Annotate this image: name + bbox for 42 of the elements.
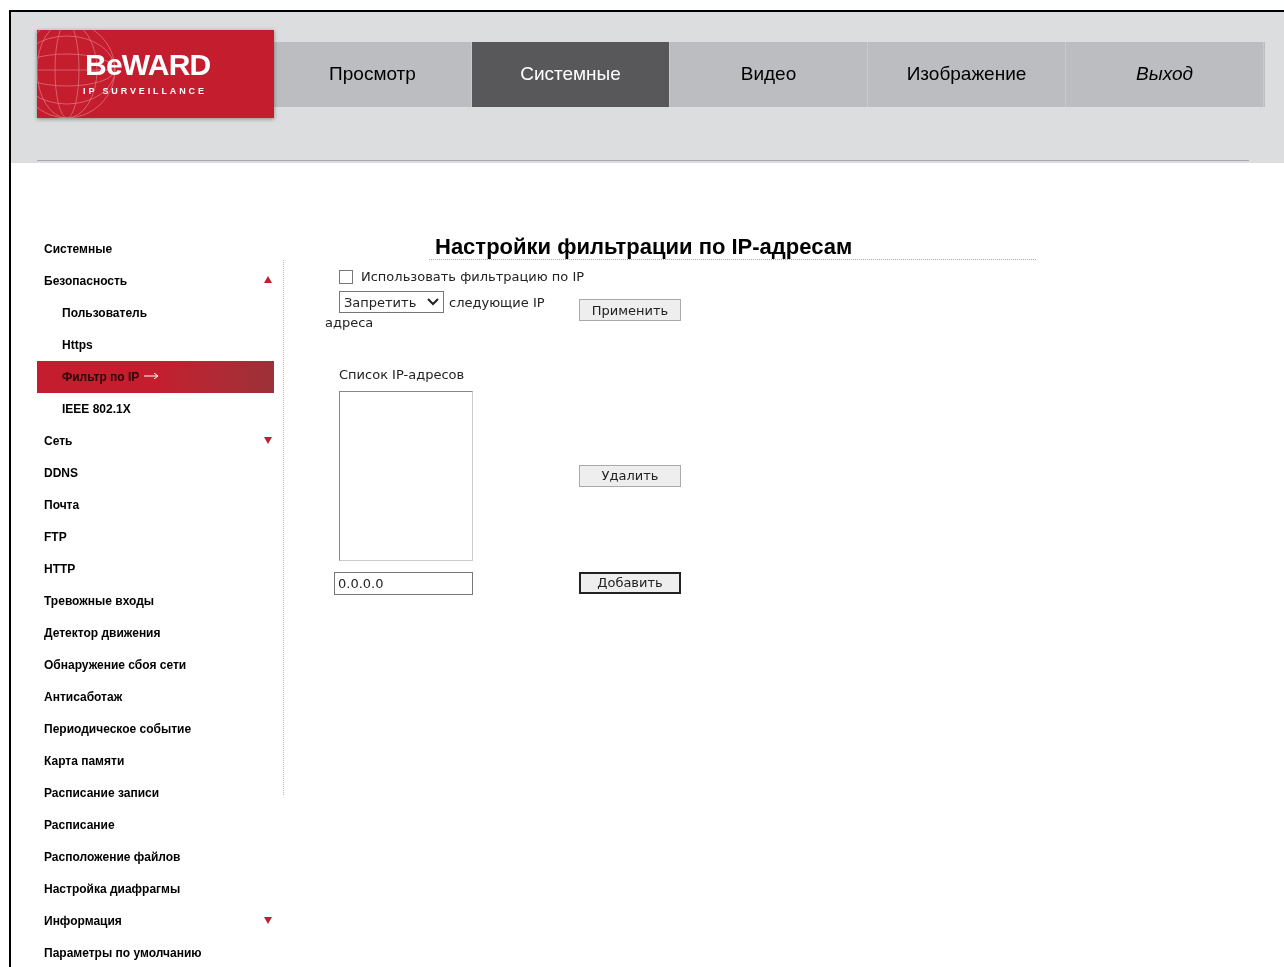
sidebar-item[interactable]: Антисаботаж xyxy=(37,681,274,713)
sidebar-item[interactable]: Безопасность xyxy=(37,265,274,297)
apply-button[interactable]: Применить xyxy=(579,299,681,321)
checkbox[interactable] xyxy=(339,270,353,284)
ip-address-input[interactable]: 0.0.0.0 xyxy=(334,571,473,595)
sidebar-item[interactable]: Расположение файлов xyxy=(37,841,274,873)
sidebar-item[interactable]: IEEE 802.1X xyxy=(37,393,274,425)
expand-triangle-icon[interactable] xyxy=(264,437,272,444)
sidebar-item[interactable]: Расписание записи xyxy=(37,777,274,809)
mode-description: следующие IP xyxy=(449,293,545,312)
sidebar-item[interactable]: Почта xyxy=(37,489,274,521)
logo-wordmark: BeWARD xyxy=(85,50,211,80)
mode-dropdown[interactable]: Запретить xyxy=(339,291,444,313)
arrow-icon xyxy=(144,371,160,380)
logo-tagline: IP SURVEILLANCE xyxy=(83,87,207,96)
expand-triangle-icon[interactable] xyxy=(264,917,272,924)
add-button[interactable]: Добавить xyxy=(579,571,681,594)
mode-description: адреса xyxy=(325,314,374,332)
sidebar-item[interactable]: Сеть xyxy=(37,425,274,457)
sidebar-item[interactable]: DDNS xyxy=(37,457,274,489)
page-title: Настройки фильтрации по IP-адресам xyxy=(435,235,853,259)
list-label: Список IP-адресов xyxy=(339,366,465,384)
sidebar-item[interactable]: Детектор движения xyxy=(37,617,274,649)
sidebar-item[interactable]: Https xyxy=(37,329,274,361)
checkbox-label: Использовать фильтрацию по IP xyxy=(361,268,585,287)
sidebar-item[interactable]: HTTP xyxy=(37,553,274,585)
logo[interactable]: BeWARD IP SURVEILLANCE xyxy=(37,30,274,118)
sidebar-item[interactable]: Тревожные входы xyxy=(37,585,274,617)
nav-tab[interactable]: Системные xyxy=(472,42,670,107)
delete-button[interactable]: Удалить xyxy=(579,464,681,487)
sidebar-item[interactable]: Информация xyxy=(37,905,274,937)
collapse-triangle-icon[interactable] xyxy=(264,276,272,283)
sidebar-item[interactable]: Параметры по умолчанию xyxy=(37,937,274,967)
chevron-down-icon xyxy=(427,298,439,306)
sidebar-item[interactable]: Настройка диафрагмы xyxy=(37,873,274,905)
sidebar-item[interactable]: Пользователь xyxy=(37,297,274,329)
sidebar-item[interactable]: FTP xyxy=(37,521,274,553)
sidebar-item[interactable]: Обнаружение сбоя сети xyxy=(37,649,274,681)
sidebar-item[interactable]: Расписание xyxy=(37,809,274,841)
sidebar-item[interactable]: Системные xyxy=(37,233,274,265)
sidebar-item[interactable]: Карта памяти xyxy=(37,745,274,777)
sidebar-item[interactable]: Периодическое событие xyxy=(37,713,274,745)
